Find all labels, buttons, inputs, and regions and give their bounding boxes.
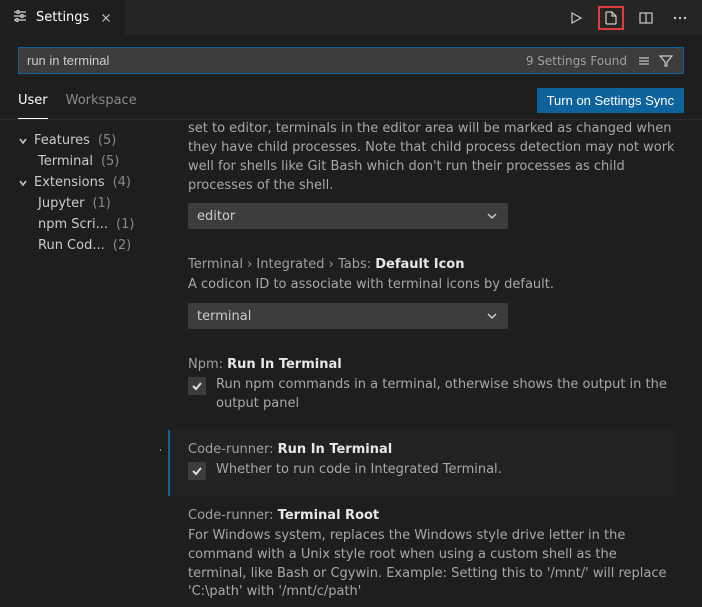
clear-search-icon[interactable] [633, 53, 655, 69]
setting-item-active: Code-runner: Run In Terminal Whether to … [168, 430, 676, 496]
tab-workspace[interactable]: Workspace [66, 82, 137, 119]
chevron-down-icon [16, 135, 30, 147]
editor-actions [564, 6, 702, 30]
setting-checkbox[interactable] [188, 377, 206, 395]
split-editor-icon[interactable] [634, 7, 658, 29]
tab-title: Settings [36, 10, 89, 25]
settings-tree: Features (5) Terminal (5) Extensions (4)… [0, 120, 160, 607]
setting-title: Terminal › Integrated › Tabs: Default Ic… [188, 257, 676, 272]
tab-user[interactable]: User [18, 82, 48, 119]
setting-select[interactable]: editor [188, 203, 508, 229]
tree-runcode[interactable]: Run Cod... (2) [16, 235, 156, 256]
setting-description: set to editor, terminals in the editor a… [188, 120, 676, 195]
tree-count: (1) [116, 217, 134, 232]
search-input[interactable] [27, 53, 526, 68]
select-value: editor [197, 209, 235, 224]
setting-item: Code-runner: Terminal Root For Windows s… [168, 496, 676, 607]
settings-list: set to editor, terminals in the editor a… [160, 120, 702, 607]
tree-label: Terminal [38, 154, 93, 169]
open-json-icon[interactable] [598, 6, 624, 30]
tree-label: npm Scri... [38, 217, 108, 232]
setting-title: Code-runner: Run In Terminal [188, 442, 676, 457]
tree-count: (5) [98, 133, 116, 148]
tree-npm[interactable]: npm Scri... (1) [16, 214, 156, 235]
tree-extensions[interactable]: Extensions (4) [16, 172, 156, 193]
setting-item: Terminal › Integrated › Tabs: Default Ic… [168, 245, 676, 345]
setting-title: Npm: Run In Terminal [188, 357, 676, 372]
tree-label: Features [34, 133, 90, 148]
setting-description: Whether to run code in Integrated Termin… [216, 461, 502, 480]
settings-search: 9 Settings Found [18, 47, 684, 74]
close-icon[interactable] [97, 9, 115, 27]
scope-row: User Workspace Turn on Settings Sync [0, 82, 702, 120]
filter-icon[interactable] [655, 53, 677, 69]
chevron-down-icon [485, 209, 499, 223]
setting-title: Code-runner: Terminal Root [188, 508, 676, 523]
settings-icon [12, 8, 28, 28]
setting-description: Run npm commands in a terminal, otherwis… [216, 376, 676, 414]
tree-count: (2) [113, 238, 131, 253]
tree-count: (4) [113, 175, 131, 190]
settings-tab[interactable]: Settings [0, 0, 125, 35]
tree-count: (5) [101, 154, 119, 169]
tree-count: (1) [92, 196, 110, 211]
setting-description: A codicon ID to associate with terminal … [188, 276, 676, 295]
tree-label: Run Cod... [38, 238, 105, 253]
settings-sync-button[interactable]: Turn on Settings Sync [537, 88, 684, 113]
run-icon[interactable] [564, 7, 588, 29]
chevron-down-icon [16, 177, 30, 189]
results-count: 9 Settings Found [526, 54, 627, 68]
tree-label: Jupyter [38, 196, 84, 211]
tree-terminal[interactable]: Terminal (5) [16, 151, 156, 172]
tree-label: Extensions [34, 175, 105, 190]
chevron-down-icon [485, 309, 499, 323]
tree-features[interactable]: Features (5) [16, 130, 156, 151]
setting-item: Npm: Run In Terminal Run npm commands in… [168, 345, 676, 430]
more-actions-icon[interactable] [668, 7, 692, 29]
setting-description: For Windows system, replaces the Windows… [188, 527, 676, 602]
select-value: terminal [197, 309, 251, 324]
editor-tabbar: Settings [0, 0, 702, 35]
setting-checkbox[interactable] [188, 462, 206, 480]
tree-jupyter[interactable]: Jupyter (1) [16, 193, 156, 214]
setting-item: set to editor, terminals in the editor a… [168, 120, 676, 245]
gear-icon[interactable] [160, 442, 162, 462]
setting-select[interactable]: terminal [188, 303, 508, 329]
